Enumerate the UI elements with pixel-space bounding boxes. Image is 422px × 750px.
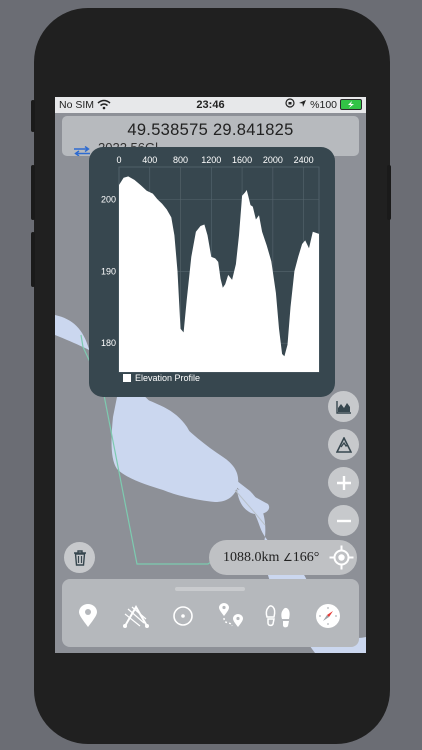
elevation-area	[119, 176, 319, 372]
y-tick-label: 190	[101, 266, 116, 276]
x-tick-label: 2400	[294, 155, 314, 165]
battery-icon	[340, 99, 362, 110]
tool-compass[interactable]	[313, 603, 343, 633]
distance-value: 1088.0km	[223, 550, 280, 565]
crosshair-icon[interactable]	[329, 545, 354, 575]
tool-circle-target[interactable]	[168, 603, 198, 633]
orientation-lock-icon	[285, 98, 295, 111]
delete-button[interactable]	[64, 542, 95, 573]
angle-icon: ∠	[282, 552, 293, 564]
x-tick-label: 1600	[232, 155, 252, 165]
distance-bearing-pill[interactable]: 1088.0km ∠166°	[209, 540, 357, 575]
minus-icon	[336, 513, 352, 529]
location-arrow-icon	[298, 99, 307, 111]
trash-icon	[73, 549, 87, 566]
plus-icon	[336, 475, 352, 491]
side-button-volume-up	[31, 165, 35, 220]
waypoints-route-icon	[217, 602, 245, 634]
mountain-icon	[335, 436, 352, 453]
coordinate-readout: 49.538575 29.841825	[127, 121, 294, 139]
status-bar: No SIM 23:46 %100	[55, 97, 366, 113]
legend-swatch	[123, 374, 131, 382]
river-lake	[111, 396, 239, 502]
compass-icon	[315, 603, 341, 634]
y-tick-label: 200	[101, 194, 116, 204]
footprints-icon	[265, 604, 291, 633]
map-pin-icon	[78, 603, 98, 633]
tool-route-measure[interactable]	[121, 603, 151, 633]
tool-waypoints[interactable]	[216, 602, 246, 634]
elevation-chart-panel[interactable]: 0 400 800 1200 1600 2000 2400 200 190 180 Elevati…	[89, 147, 335, 397]
area-chart-icon	[335, 400, 352, 414]
side-button-power	[387, 165, 391, 220]
x-tick-label: 400	[142, 155, 157, 165]
x-tick-label: 800	[173, 155, 188, 165]
side-button-mute	[31, 100, 35, 132]
y-tick-label: 180	[101, 338, 116, 348]
elevation-chart: 0 400 800 1200 1600 2000 2400 200 190 180	[101, 155, 320, 373]
bearing-value: 166°	[292, 550, 320, 565]
terrain-button[interactable]	[328, 429, 359, 460]
elevation-profile-button[interactable]	[328, 391, 359, 422]
legend-label: Elevation Profile	[135, 373, 201, 383]
route-measure-icon	[122, 604, 150, 633]
tool-map-pin[interactable]	[73, 603, 103, 633]
zoom-in-button[interactable]	[328, 467, 359, 498]
circle-target-icon	[172, 605, 194, 632]
x-tick-label: 1200	[201, 155, 221, 165]
battery-percent: %100	[310, 98, 337, 111]
tool-footprints[interactable]	[263, 603, 293, 633]
chart-legend: Elevation Profile	[123, 373, 200, 383]
bottom-toolbar	[62, 579, 359, 647]
x-tick-label: 0	[116, 155, 121, 165]
side-button-volume-down	[31, 232, 35, 287]
zoom-out-button[interactable]	[328, 505, 359, 536]
app-screen: No SIM 23:46 %100 49.538575 29.841825 20…	[55, 97, 366, 653]
drawer-handle[interactable]	[175, 587, 245, 591]
x-tick-label: 2000	[263, 155, 283, 165]
